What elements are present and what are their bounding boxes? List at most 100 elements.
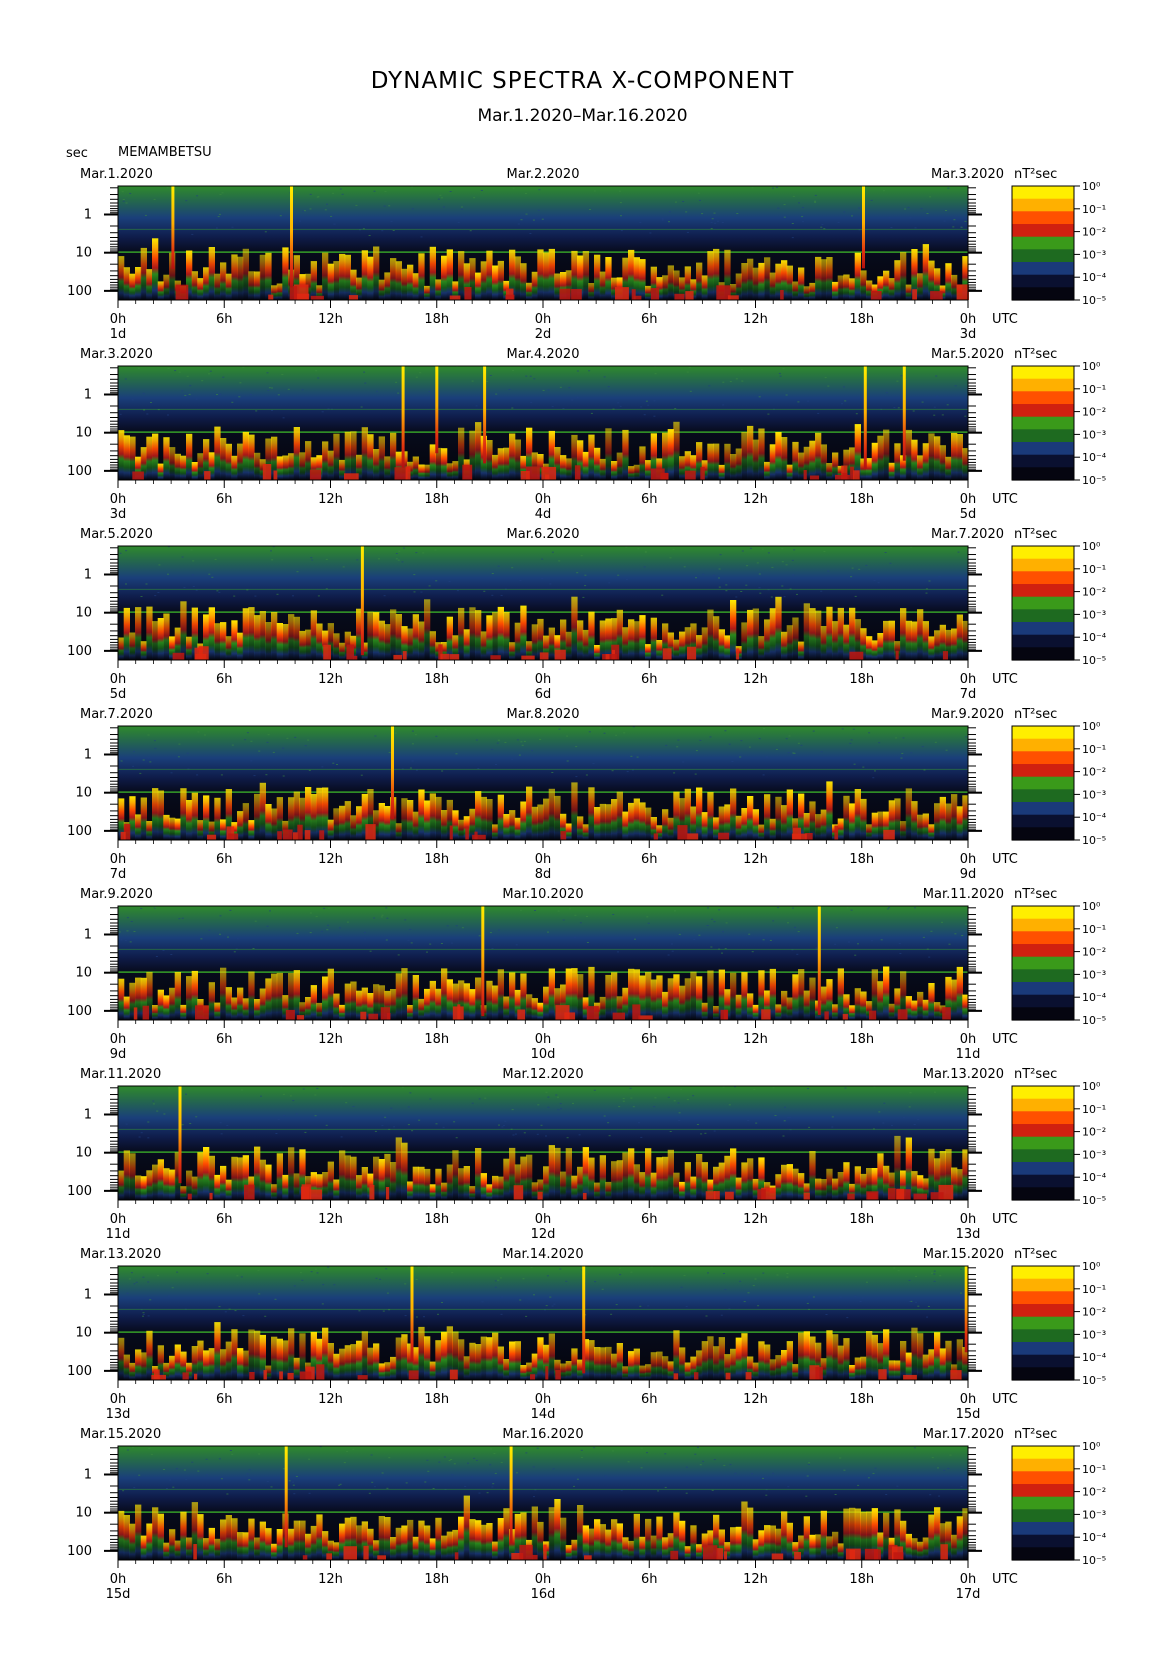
noise-speck	[677, 739, 680, 741]
activity-bar	[548, 1145, 555, 1200]
hot-spot	[724, 1551, 727, 1560]
activity-bar	[163, 1542, 170, 1560]
activity-bar	[475, 1344, 482, 1380]
activity-bar	[310, 794, 317, 840]
activity-bar	[752, 439, 759, 480]
noise-speck	[404, 1283, 407, 1285]
noise-speck	[392, 230, 395, 231]
noise-speck	[499, 1277, 502, 1279]
colorbar-segment	[1012, 1484, 1074, 1498]
activity-bar	[503, 996, 510, 1020]
date-label-mid: Mar.2.2020	[507, 167, 580, 182]
noise-speck	[547, 1106, 550, 1108]
activity-bar	[248, 971, 255, 1020]
colorbar: nT²sec10⁰10⁻¹10⁻²10⁻³10⁻⁴10⁻⁵	[1011, 887, 1107, 1027]
noise-speck	[938, 1495, 941, 1497]
colorbar-tick-label: 10⁻⁴	[1082, 631, 1107, 644]
activity-bar	[333, 1542, 340, 1560]
activity-bar	[174, 1540, 181, 1560]
noise-speck	[825, 1314, 828, 1315]
activity-bar	[203, 1350, 210, 1380]
noise-speck	[317, 196, 320, 198]
activity-bar	[327, 968, 334, 1020]
noise-speck	[289, 1095, 292, 1097]
hot-spot	[299, 1371, 312, 1380]
activity-bar	[832, 1334, 839, 1380]
activity-bar	[475, 610, 482, 660]
activity-bar	[735, 994, 742, 1020]
activity-bar	[486, 440, 493, 480]
activity-bar	[395, 261, 402, 300]
noise-speck	[854, 595, 857, 597]
spectrogram-panel-5: Mar.9.2020 Mar.10.2020 Mar.11.20201101000h…	[67, 887, 1107, 1062]
noise-speck	[846, 1317, 849, 1319]
activity-bar	[446, 616, 453, 660]
activity-bar	[599, 1524, 606, 1560]
y-tick-label: 1	[84, 928, 92, 943]
activity-bar	[514, 622, 521, 660]
day-label: 15d	[106, 1587, 131, 1602]
noise-speck	[566, 735, 569, 737]
noise-speck	[142, 1276, 145, 1278]
activity-bar	[463, 1495, 470, 1560]
noise-speck	[205, 1458, 208, 1460]
y-tick-label: 100	[67, 644, 92, 659]
x-tick-label: 18h	[849, 312, 874, 327]
noise-speck	[841, 403, 843, 405]
date-label-right: Mar.17.2020	[923, 1427, 1004, 1442]
activity-bar	[271, 1184, 278, 1200]
activity-bar	[786, 464, 793, 480]
noise-speck	[814, 201, 817, 203]
noise-speck	[943, 1469, 946, 1471]
noise-speck	[743, 1301, 746, 1303]
noise-speck	[837, 221, 840, 223]
activity-bar	[248, 271, 255, 300]
noise-speck	[183, 1469, 186, 1471]
noise-speck	[292, 595, 294, 597]
colorbar-segment	[1012, 1086, 1074, 1100]
noise-speck	[608, 582, 611, 584]
colorbar-segment	[1012, 249, 1074, 263]
hot-spot	[896, 1188, 905, 1200]
noise-speck	[414, 734, 417, 736]
activity-bar	[582, 1147, 589, 1200]
noise-speck	[669, 1131, 672, 1132]
noise-speck	[464, 1486, 467, 1487]
activity-bar	[429, 444, 436, 480]
hot-spot	[670, 1550, 679, 1560]
noise-speck	[442, 206, 445, 208]
noise-speck	[332, 192, 335, 194]
noise-speck	[907, 206, 910, 208]
noise-speck	[241, 1089, 243, 1091]
activity-bar	[390, 989, 397, 1020]
noise-speck	[886, 908, 889, 910]
activity-bar	[146, 606, 153, 660]
noise-speck	[500, 1313, 503, 1315]
noise-speck	[264, 1315, 267, 1317]
noise-speck	[415, 1278, 418, 1280]
activity-bar	[826, 1330, 833, 1380]
activity-bar	[747, 425, 754, 480]
noise-speck	[217, 216, 220, 218]
activity-bar	[735, 1337, 742, 1380]
noise-speck	[170, 954, 173, 955]
hot-spot	[571, 289, 582, 300]
noise-speck	[710, 222, 713, 224]
activity-bar	[203, 1538, 210, 1560]
noise-speck	[820, 590, 823, 592]
noise-speck	[384, 190, 387, 192]
noise-speck	[147, 1281, 150, 1283]
activity-bar	[900, 821, 907, 840]
noise-speck	[880, 939, 883, 941]
activity-bar	[758, 1341, 765, 1380]
noise-speck	[167, 1087, 170, 1089]
noise-speck	[146, 413, 149, 415]
x-tick-label: 0h	[535, 1032, 552, 1047]
activity-bar	[826, 781, 833, 840]
activity-bar	[730, 788, 737, 840]
noise-speck	[128, 1278, 131, 1280]
noise-speck	[745, 584, 748, 586]
activity-bar	[730, 1527, 737, 1560]
hot-spot	[847, 1193, 855, 1200]
x-tick-label: 12h	[743, 1572, 768, 1587]
